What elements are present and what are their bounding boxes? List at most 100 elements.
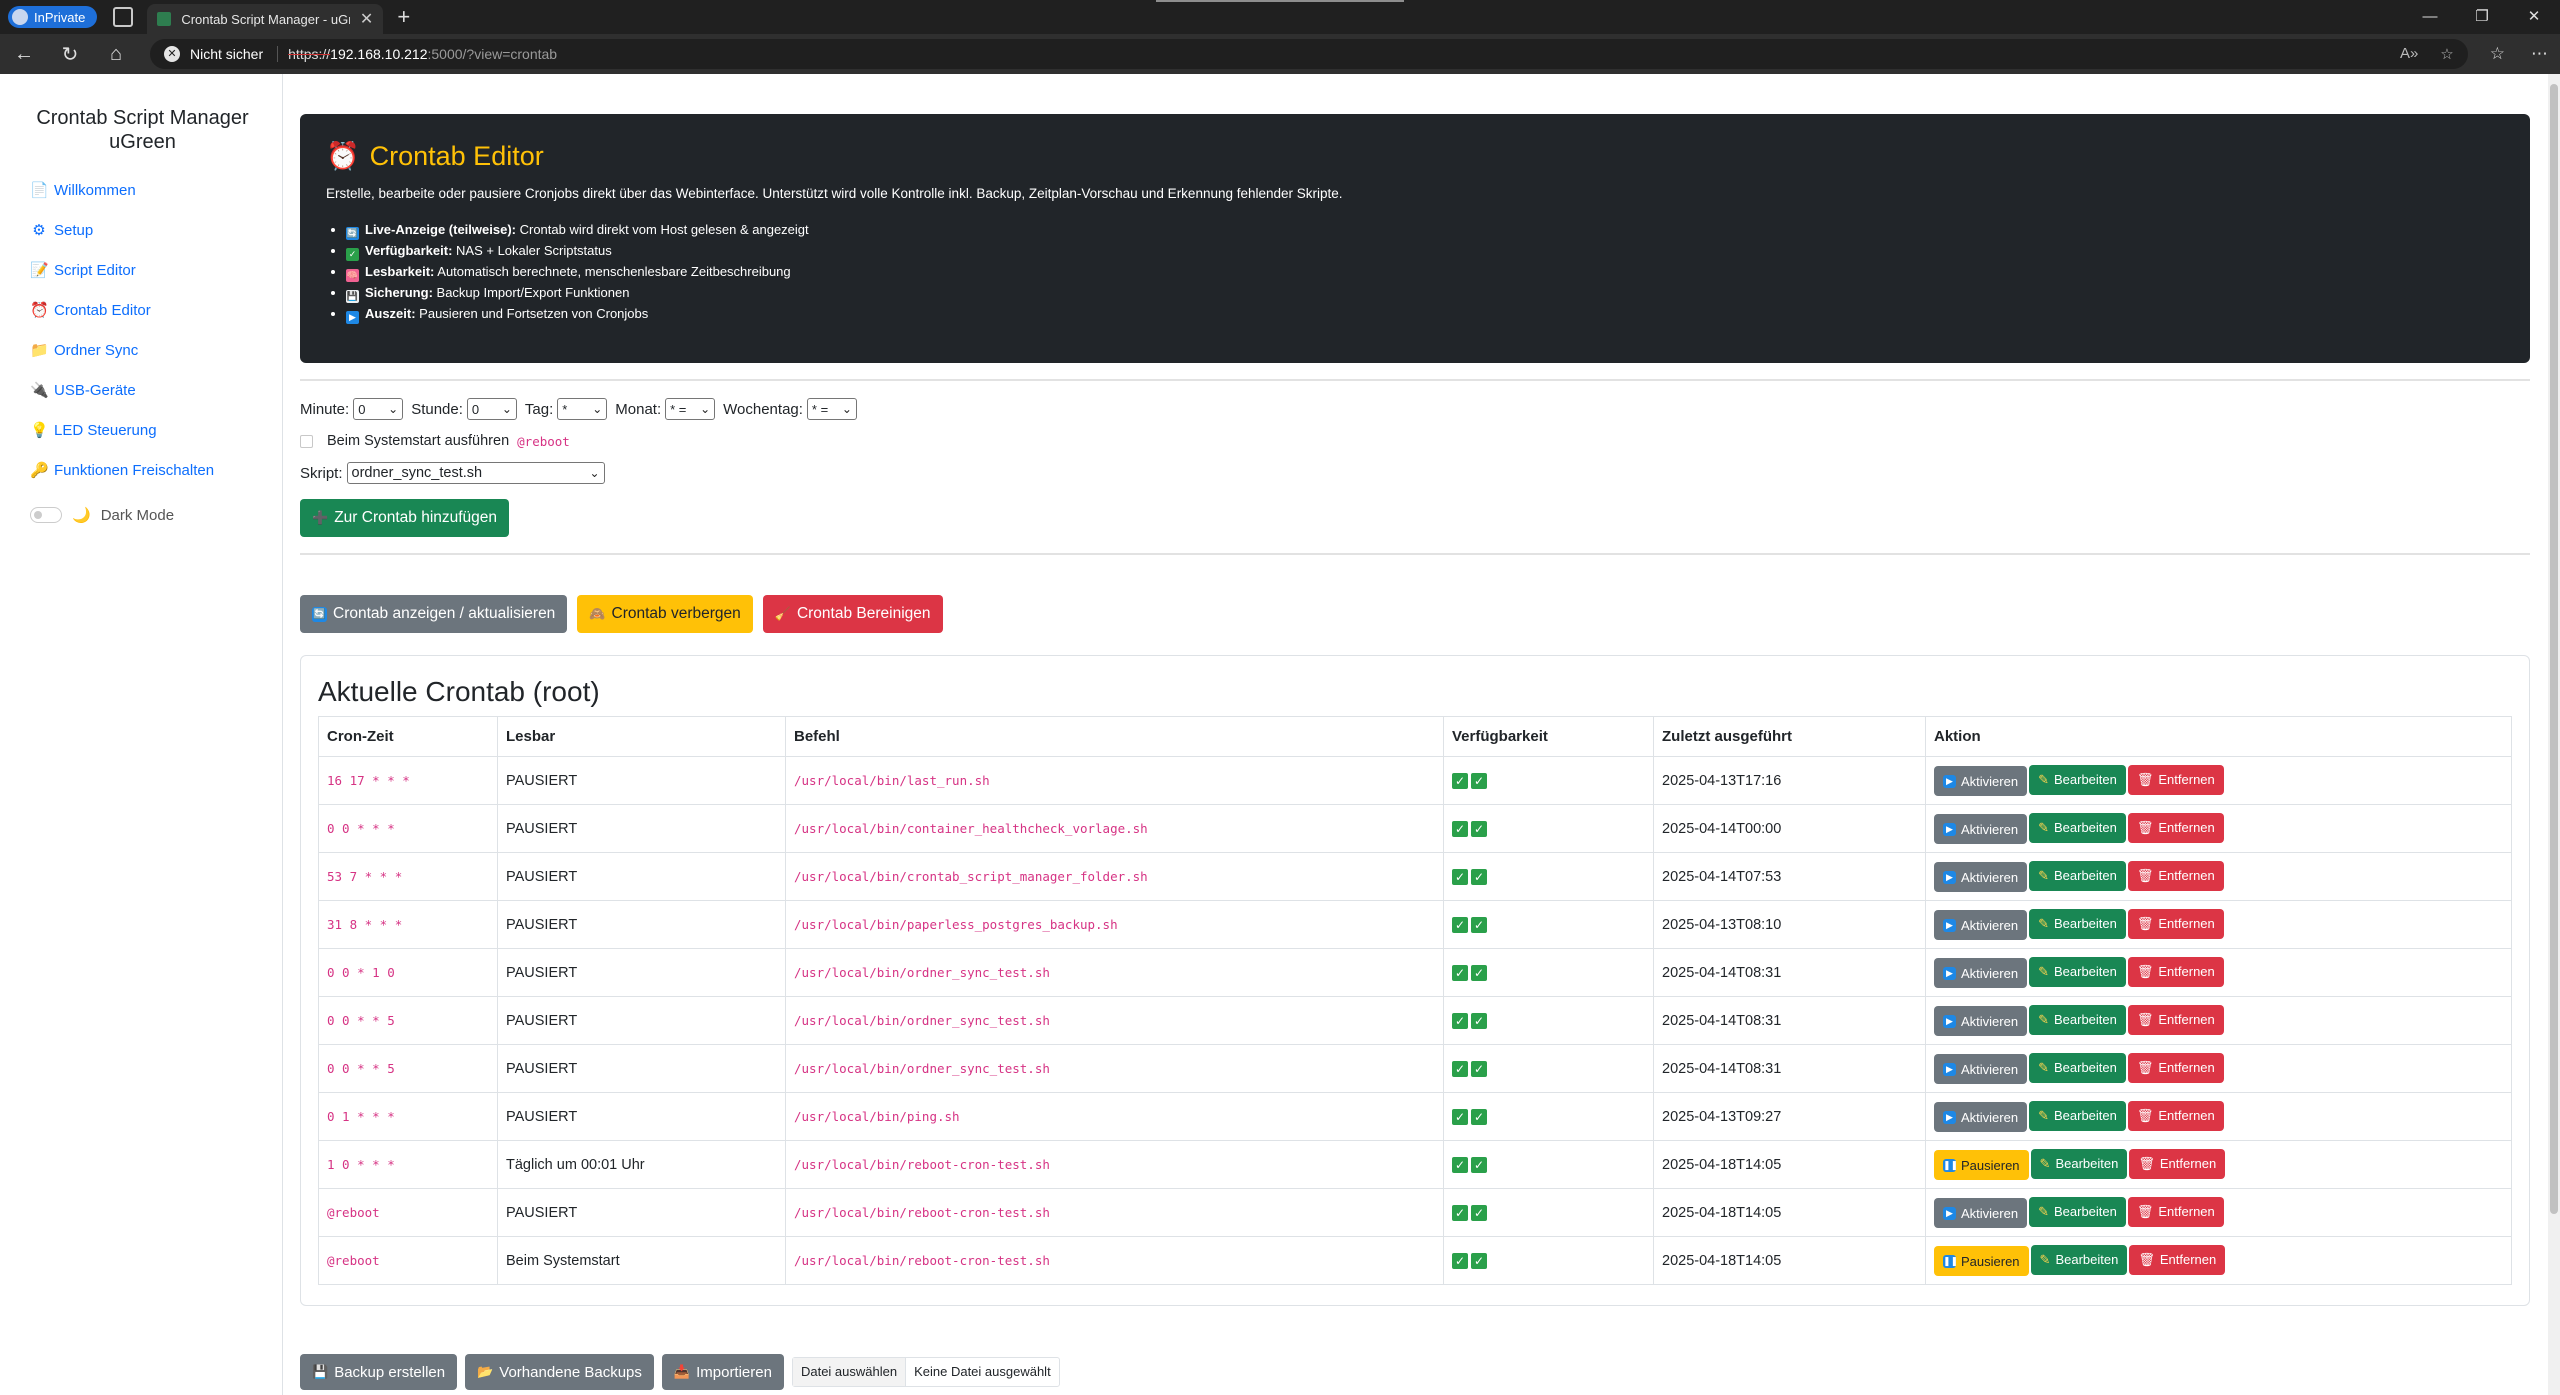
day-value: *: [562, 401, 568, 417]
activate-button[interactable]: ▶ Aktivieren: [1934, 862, 2028, 893]
tab-close-icon[interactable]: ✕: [360, 9, 373, 29]
close-window-icon[interactable]: ✕: [2508, 0, 2560, 34]
import-button[interactable]: 📥 Importieren: [661, 1354, 784, 1390]
activate-button[interactable]: ▶ Aktivieren: [1934, 766, 2028, 797]
day-select[interactable]: *: [557, 398, 608, 420]
page: Crontab Script Manager uGreen 📄 Willkomme…: [0, 74, 2548, 1395]
month-select[interactable]: * =: [665, 398, 716, 420]
remove-button[interactable]: 🗑 Entfernen: [2127, 1004, 2224, 1035]
remove-button[interactable]: 🗑 Entfernen: [2127, 956, 2224, 987]
favorites-icon[interactable]: ☆: [2490, 44, 2505, 64]
read-aloud-icon[interactable]: A»: [2400, 45, 2418, 63]
maximize-icon[interactable]: ❐: [2456, 0, 2508, 34]
edit-button[interactable]: ✎ Bearbeiten: [2030, 1148, 2128, 1179]
pause-button[interactable]: ❚❚ Pausieren: [1934, 1246, 2029, 1277]
minute-select[interactable]: 0: [353, 398, 404, 420]
edit-button[interactable]: ✎ Bearbeiten: [2030, 1244, 2128, 1275]
favorite-star-icon[interactable]: ☆: [2440, 45, 2453, 63]
inprivate-badge[interactable]: InPrivate: [8, 6, 98, 28]
activate-button[interactable]: ▶ Aktivieren: [1934, 1198, 2028, 1229]
tab-actions-icon[interactable]: [113, 7, 134, 27]
remove-button[interactable]: 🗑 Entfernen: [2127, 1196, 2224, 1227]
edit-button[interactable]: ✎ Bearbeiten: [2029, 1052, 2126, 1083]
more-menu-icon[interactable]: ⋯: [2531, 44, 2548, 64]
remove-button[interactable]: 🗑 Entfernen: [2129, 1148, 2226, 1179]
weekday-select[interactable]: * =: [806, 398, 857, 420]
local-check-icon: ✓: [1471, 1204, 1487, 1221]
dark-mode-switch[interactable]: [30, 507, 62, 523]
remove-button[interactable]: 🗑 Entfernen: [2127, 908, 2224, 939]
edit-button[interactable]: ✎ Bearbeiten: [2029, 908, 2126, 939]
remove-label: Entfernen: [2159, 1252, 2217, 1268]
column-header: Aktion: [1925, 716, 2512, 757]
warning-icon[interactable]: ✕: [164, 46, 180, 62]
browser-tab-active[interactable]: Crontab Script Manager - uGreen ✕: [147, 4, 384, 34]
sidebar-item-willkommen[interactable]: 📄 Willkommen: [30, 170, 282, 210]
command-cell: /usr/local/bin/reboot-cron-test.sh: [785, 1140, 1444, 1189]
remove-button[interactable]: 🗑 Entfernen: [2127, 860, 2224, 891]
sidebar-item-setup[interactable]: ⚙ Setup: [30, 210, 282, 250]
edit-button[interactable]: ✎ Bearbeiten: [2029, 1196, 2126, 1227]
edit-button[interactable]: ✎ Bearbeiten: [2029, 1100, 2126, 1131]
activate-button[interactable]: ▶ Aktivieren: [1934, 1102, 2028, 1133]
remove-button[interactable]: 🗑 Entfernen: [2127, 812, 2224, 843]
edit-button[interactable]: ✎ Bearbeiten: [2029, 812, 2126, 843]
edit-label: Bearbeiten: [2053, 868, 2117, 884]
add-to-crontab-button[interactable]: ➕ Zur Crontab hinzufügen: [300, 499, 510, 537]
back-icon[interactable]: ←: [12, 43, 36, 66]
readable-cell: Beim Systemstart: [497, 1236, 786, 1285]
choose-file-button[interactable]: Datei auswählen: [792, 1358, 907, 1386]
existing-backups-button[interactable]: 📂 Vorhandene Backups: [465, 1354, 654, 1390]
activate-button[interactable]: ▶ Aktivieren: [1934, 814, 2028, 845]
activate-button[interactable]: ▶ Aktivieren: [1934, 1006, 2028, 1037]
sidebar-item-ordner-sync[interactable]: 📁 Ordner Sync: [30, 330, 282, 370]
url-path: :5000/?view=crontab: [427, 46, 558, 62]
security-label[interactable]: Nicht sicher: [190, 46, 279, 62]
edit-button[interactable]: ✎ Bearbeiten: [2029, 1004, 2126, 1035]
last-run-cell: 2025-04-18T14:05: [1653, 1188, 1926, 1237]
remove-button[interactable]: 🗑 Entfernen: [2127, 1052, 2224, 1083]
main-content: ⏰ Crontab Editor Erstelle, bearbeite ode…: [283, 74, 2548, 1395]
toggle-label: Aktivieren: [1961, 1061, 2019, 1077]
remove-button[interactable]: 🗑 Entfernen: [2127, 764, 2224, 795]
page-scrollbar[interactable]: [2548, 74, 2560, 1395]
hour-select[interactable]: 0: [466, 398, 517, 420]
minimize-icon[interactable]: —: [2404, 0, 2456, 34]
remove-button[interactable]: 🗑 Entfernen: [2127, 1100, 2224, 1131]
clean-crontab-button[interactable]: 🧹 Crontab Bereinigen: [762, 595, 943, 633]
minute-value: 0: [358, 401, 366, 417]
sidebar-item-funktionen-freischalten[interactable]: 🔑 Funktionen Freischalten: [30, 450, 282, 490]
edit-button[interactable]: ✎ Bearbeiten: [2029, 764, 2126, 795]
nas-check-icon: ✓: [1452, 1252, 1468, 1269]
url-field[interactable]: ✕ Nicht sicher https://192.168.10.212:50…: [150, 39, 2468, 69]
sidebar-item-script-editor[interactable]: 📝 Script Editor: [30, 250, 282, 290]
sidebar-item-usb-geraete[interactable]: 🔌 USB-Geräte: [30, 370, 282, 410]
scrollbar-thumb[interactable]: [2550, 84, 2558, 1214]
remove-button[interactable]: 🗑 Entfernen: [2129, 1244, 2226, 1275]
home-icon[interactable]: ⌂: [104, 43, 128, 66]
sidebar-item-led-steuerung[interactable]: 💡 LED Steuerung: [30, 410, 282, 450]
dark-mode-toggle[interactable]: 🌙 Dark Mode: [30, 506, 282, 524]
action-cell: ▶ Aktivieren ✎ Bearbeiten 🗑 Entfernen: [1925, 804, 2512, 853]
crontab-editor-header: ⏰ Crontab Editor Erstelle, bearbeite ode…: [300, 114, 2530, 363]
edit-button[interactable]: ✎ Bearbeiten: [2029, 956, 2126, 987]
new-tab-icon[interactable]: +: [397, 4, 410, 30]
file-input[interactable]: Datei auswählen Keine Datei ausgewählt: [791, 1357, 1060, 1387]
activate-button[interactable]: ▶ Aktivieren: [1934, 910, 2028, 941]
nas-check-icon: ✓: [1452, 1060, 1468, 1077]
script-select[interactable]: ordner_sync_test.sh: [346, 462, 605, 484]
availability-cell: ✓ ✓: [1443, 1092, 1654, 1141]
crontab-rows: 16 17 * * * PAUSIERT/usr/local/bin/last_r…: [318, 756, 2512, 1285]
remove-label: Entfernen: [2158, 1060, 2215, 1076]
hide-crontab-button[interactable]: 🙈 Crontab verbergen: [577, 595, 753, 633]
activate-button[interactable]: ▶ Aktivieren: [1934, 958, 2028, 989]
pause-button[interactable]: ❚❚ Pausieren: [1934, 1150, 2029, 1181]
reload-icon[interactable]: ↻: [58, 42, 82, 67]
create-backup-button[interactable]: 💾 Backup erstellen: [300, 1354, 458, 1390]
script-value: ordner_sync_test.sh: [351, 465, 483, 481]
activate-button[interactable]: ▶ Aktivieren: [1934, 1054, 2028, 1085]
show-crontab-button[interactable]: 🔄 Crontab anzeigen / aktualisieren: [300, 595, 568, 633]
reboot-checkbox[interactable]: [300, 434, 313, 448]
edit-button[interactable]: ✎ Bearbeiten: [2029, 860, 2126, 891]
sidebar-item-crontab-editor[interactable]: ⏰ Crontab Editor: [30, 290, 282, 330]
